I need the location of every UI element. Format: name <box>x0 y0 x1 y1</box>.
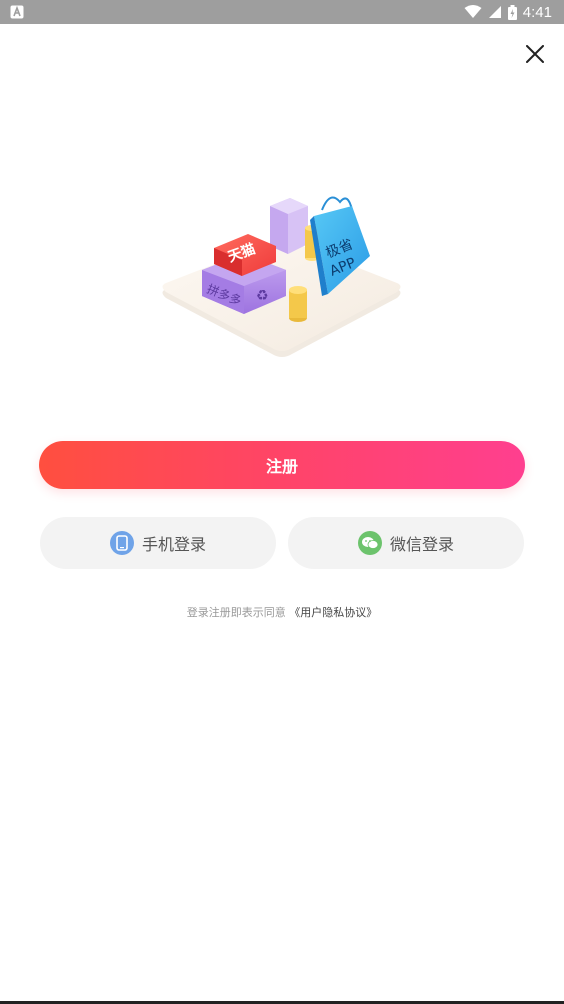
agreement-prefix: 登录注册即表示同意 <box>186 606 286 619</box>
signal-icon <box>488 6 501 18</box>
register-button[interactable]: 注册 <box>39 441 525 489</box>
phone-icon <box>109 531 134 555</box>
wifi-icon <box>464 5 482 18</box>
recycle-icon: ♻ <box>256 288 269 304</box>
wechat-login-label: 微信登录 <box>389 535 454 554</box>
phone-login-button[interactable]: 手机登录 <box>40 517 276 569</box>
battery-icon <box>507 4 517 20</box>
status-bar: 4:41 <box>0 0 564 24</box>
close-button[interactable] <box>518 37 552 71</box>
hero-illustration: 拼多多 ♻ 天猫 极省 APP <box>162 196 401 357</box>
agreement-text: 登录注册即表示同意 《用户隐私协议》 <box>0 604 564 620</box>
privacy-agreement-link[interactable]: 《用户隐私协议》 <box>289 606 377 619</box>
wechat-icon <box>357 531 382 555</box>
status-time: 4:41 <box>522 3 552 21</box>
phone-login-label: 手机登录 <box>141 535 206 554</box>
wechat-login-button[interactable]: 微信登录 <box>288 517 524 569</box>
close-icon <box>526 45 544 63</box>
notification-a-icon <box>10 5 24 19</box>
status-right: 4:41 <box>464 0 552 24</box>
